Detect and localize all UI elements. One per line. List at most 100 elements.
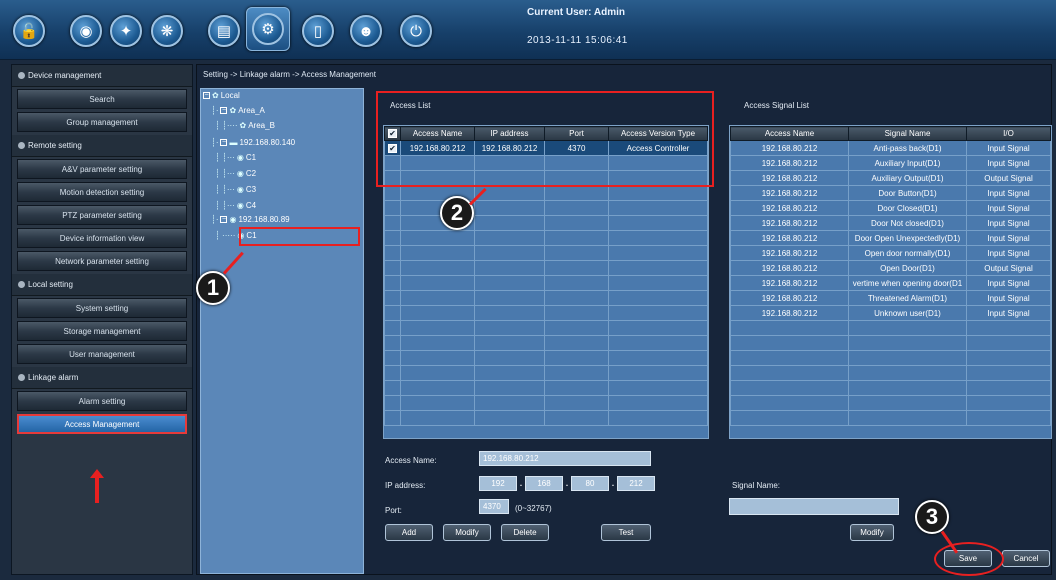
ip-octet-2[interactable]: 168	[525, 476, 563, 491]
datetime: 2013-11-11 15:06:41	[527, 35, 628, 46]
table-row[interactable]: 192.168.80.212 Unknown user(D1) Input Sign…	[730, 305, 1051, 321]
sidebar-item-storage-management[interactable]: Storage management	[17, 321, 187, 341]
search-log-icon[interactable]: ▤	[208, 15, 240, 47]
empty-row	[384, 275, 708, 291]
door-icon[interactable]: ▯	[302, 15, 334, 47]
test-button[interactable]: Test	[601, 524, 651, 541]
collapse-icon[interactable]: −	[220, 139, 228, 146]
sidebar-item-system-setting[interactable]: System setting	[17, 298, 187, 318]
collapse-icon[interactable]: −	[220, 107, 228, 114]
tree-node-c4[interactable]: ┊ ┊··· ◉ C4	[215, 201, 256, 210]
table-cell: Open Door(D1)	[848, 260, 967, 276]
empty-row	[384, 320, 708, 336]
ip-octet-1[interactable]: 192	[479, 476, 517, 491]
empty-cell	[384, 395, 401, 411]
delete-button[interactable]: Delete	[501, 524, 549, 541]
sidebar-item-motion-detection[interactable]: Motion detection setting	[17, 182, 187, 202]
table-row[interactable]: 192.168.80.212 Open door normally(D1) Inpu…	[730, 245, 1051, 261]
table-row[interactable]: 192.168.80.212 Door Button(D1) Input Signa…	[730, 185, 1051, 201]
sidebar-item-user-management[interactable]: User management	[17, 344, 187, 364]
ip-octet-3[interactable]: 80	[571, 476, 609, 491]
tree-node-c3[interactable]: ┊ ┊··· ◉ C3	[215, 185, 256, 194]
table-cell: Door Button(D1)	[848, 185, 967, 201]
empty-cell	[544, 395, 609, 411]
table-row[interactable]: 192.168.80.212 vertime when opening door(…	[730, 275, 1051, 291]
sidebar-item-network-parameter[interactable]: Network parameter setting	[17, 251, 187, 271]
tree-node-c2[interactable]: ┊ ┊··· ◉ C2	[215, 169, 256, 178]
sidebar: Device management Search Group managemen…	[11, 64, 193, 575]
section-label: Local setting	[28, 280, 73, 289]
empty-cell	[966, 350, 1051, 366]
tree-node-c1[interactable]: ┊ ┊··· ◉ C1	[215, 153, 256, 162]
table-row[interactable]: 192.168.80.212 Open Door(D1) Output Signal	[730, 260, 1051, 276]
table-row[interactable]: 192.168.80.212 Door Not closed(D1) Input S…	[730, 215, 1051, 231]
empty-cell	[966, 365, 1051, 381]
empty-row	[384, 200, 708, 216]
ip-octet-4[interactable]: 212	[617, 476, 655, 491]
map-icon[interactable]: ✦	[110, 15, 142, 47]
empty-cell	[848, 380, 967, 396]
camera-icon[interactable]: ◉	[70, 15, 102, 47]
tree-node-dev1[interactable]: ┊· − ▬ 192.168.80.140	[211, 138, 295, 147]
empty-cell	[384, 320, 401, 336]
sidebar-item-alarm-setting[interactable]: Alarm setting	[17, 391, 187, 411]
section-remote-setting[interactable]: Remote setting	[12, 135, 192, 157]
signal-modify-button[interactable]: Modify	[850, 524, 894, 541]
folder-icon: ✿	[212, 91, 219, 100]
empty-cell	[544, 185, 609, 201]
tree-node-local[interactable]: − ✿ Local	[203, 91, 240, 100]
area-icon: ✿	[229, 106, 237, 115]
empty-cell	[474, 275, 545, 291]
empty-rows	[384, 155, 708, 426]
ip-address-field[interactable]: 192. 168. 80. 212	[479, 476, 655, 491]
table-row[interactable]: 192.168.80.212 Auxiliary Input(D1) Input S…	[730, 155, 1051, 171]
table-row[interactable]: 192.168.80.212 Anti-pass back(D1) Input Si…	[730, 140, 1051, 156]
modify-button[interactable]: Modify	[443, 524, 491, 541]
power-icon[interactable]: ⏻	[400, 15, 432, 47]
table-cell: Anti-pass back(D1)	[848, 140, 967, 156]
settings-button[interactable]: ⚙	[246, 7, 290, 51]
device-tree[interactable]: − ✿ Local ┊· − ✿ Area_A ┊ ┊···· ✿ Area_B ┊· − ▬ 19…	[200, 88, 364, 574]
empty-cell	[544, 320, 609, 336]
section-linkage-alarm[interactable]: Linkage alarm	[12, 367, 192, 389]
face-icon[interactable]: ☻	[350, 15, 382, 47]
sidebar-item-ptz-parameter[interactable]: PTZ parameter setting	[17, 205, 187, 225]
sidebar-item-group-management[interactable]: Group management	[17, 112, 187, 132]
tree-node-area-b[interactable]: ┊ ┊···· ✿ Area_B	[215, 121, 275, 130]
sidebar-item-device-information[interactable]: Device information view	[17, 228, 187, 248]
add-button[interactable]: Add	[385, 524, 433, 541]
collapse-icon[interactable]: −	[203, 92, 210, 99]
signal-list-table[interactable]: Access Name Signal Name I/O 192.168.80.2…	[729, 125, 1052, 439]
gear-network-icon[interactable]: ❋	[151, 15, 183, 47]
empty-row	[730, 350, 1051, 366]
section-local-setting[interactable]: Local setting	[12, 274, 192, 296]
lock-icon[interactable]: 🔓	[13, 15, 45, 47]
table-row[interactable]: 192.168.80.212 Threatened Alarm(D1) Input …	[730, 290, 1051, 306]
port-field[interactable]: 4370	[479, 499, 509, 514]
annotation-box-access-list	[376, 91, 714, 187]
table-cell: Unknown user(D1)	[848, 305, 967, 321]
table-row[interactable]: 192.168.80.212 Door Open Unexpectedly(D1)…	[730, 230, 1051, 246]
tree-node-area-a[interactable]: ┊· − ✿ Area_A	[211, 106, 265, 115]
tree-node-dev2[interactable]: ┊· − ◉ 192.168.80.89	[211, 215, 290, 224]
table-row[interactable]: 192.168.80.212 Door Closed(D1) Input Signa…	[730, 200, 1051, 216]
empty-cell	[544, 275, 609, 291]
empty-cell	[474, 230, 545, 246]
access-name-field[interactable]: 192.168.80.212	[479, 451, 651, 466]
empty-cell	[608, 305, 708, 321]
cancel-button[interactable]: Cancel	[1002, 550, 1050, 567]
table-cell: 192.168.80.212	[730, 260, 849, 276]
collapse-icon[interactable]: −	[220, 216, 228, 223]
empty-cell	[608, 395, 708, 411]
sidebar-item-access-management[interactable]: Access Management	[17, 414, 187, 434]
sidebar-item-av-parameter[interactable]: A&V parameter setting	[17, 159, 187, 179]
signal-name-field[interactable]	[729, 498, 899, 515]
empty-row	[384, 260, 708, 276]
empty-cell	[848, 320, 967, 336]
section-device-management[interactable]: Device management	[12, 65, 192, 87]
empty-cell	[730, 350, 849, 366]
empty-cell	[608, 380, 708, 396]
table-row[interactable]: 192.168.80.212 Auxiliary Output(D1) Output…	[730, 170, 1051, 186]
sidebar-item-search[interactable]: Search	[17, 89, 187, 109]
empty-row	[384, 380, 708, 396]
